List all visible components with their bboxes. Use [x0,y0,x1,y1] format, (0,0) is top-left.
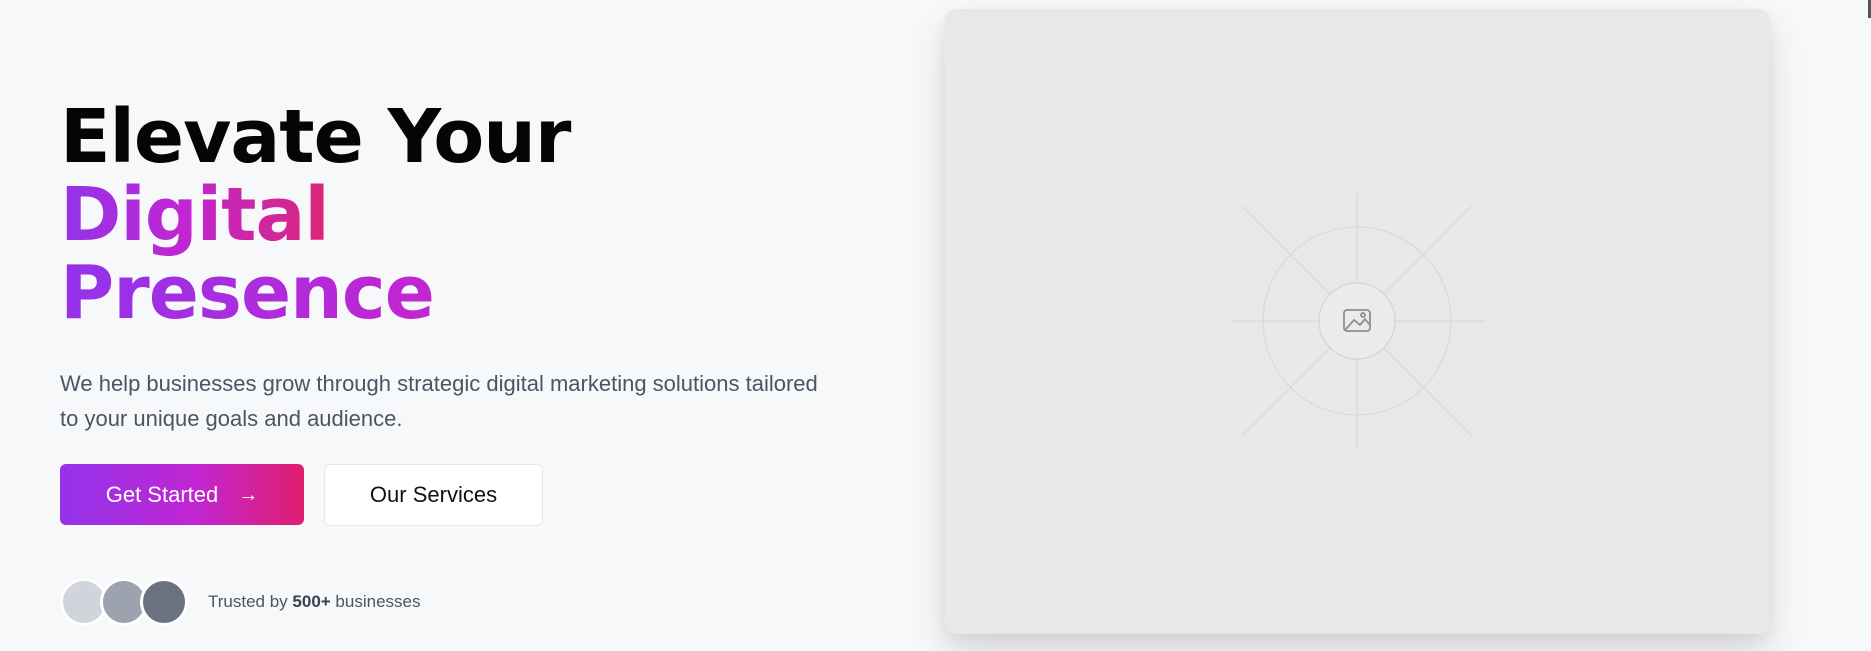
hero-headline: Elevate Your Digital Presence [60,98,820,332]
image-placeholder-graphic [1230,194,1485,449]
trust-indicator: Trusted by 500+ businesses [60,578,820,626]
hero-actions: Get Started → Our Services [60,464,820,526]
hero-image-placeholder [945,9,1770,634]
avatar [140,578,188,626]
our-services-label: Our Services [369,482,498,507]
hero-content: Elevate Your Digital Presence We help bu… [60,98,820,626]
avatar-group [60,578,188,626]
trust-text: Trusted by 500+ businesses [208,592,420,612]
arrow-right-icon: → [238,483,259,506]
trust-count: 500+ [292,592,331,611]
get-started-button[interactable]: Get Started → [60,464,304,525]
trust-prefix: Trusted by [208,592,293,611]
trust-suffix: businesses [330,592,421,611]
headline-highlight-digital: Digital [60,172,330,258]
hero-description: We help businesses grow through strategi… [60,371,818,431]
headline-highlight-presence: Presence [60,254,820,332]
headline-text: Elevate Your [60,94,571,180]
get-started-label: Get Started [105,481,219,507]
our-services-button[interactable]: Our Services [324,464,543,526]
